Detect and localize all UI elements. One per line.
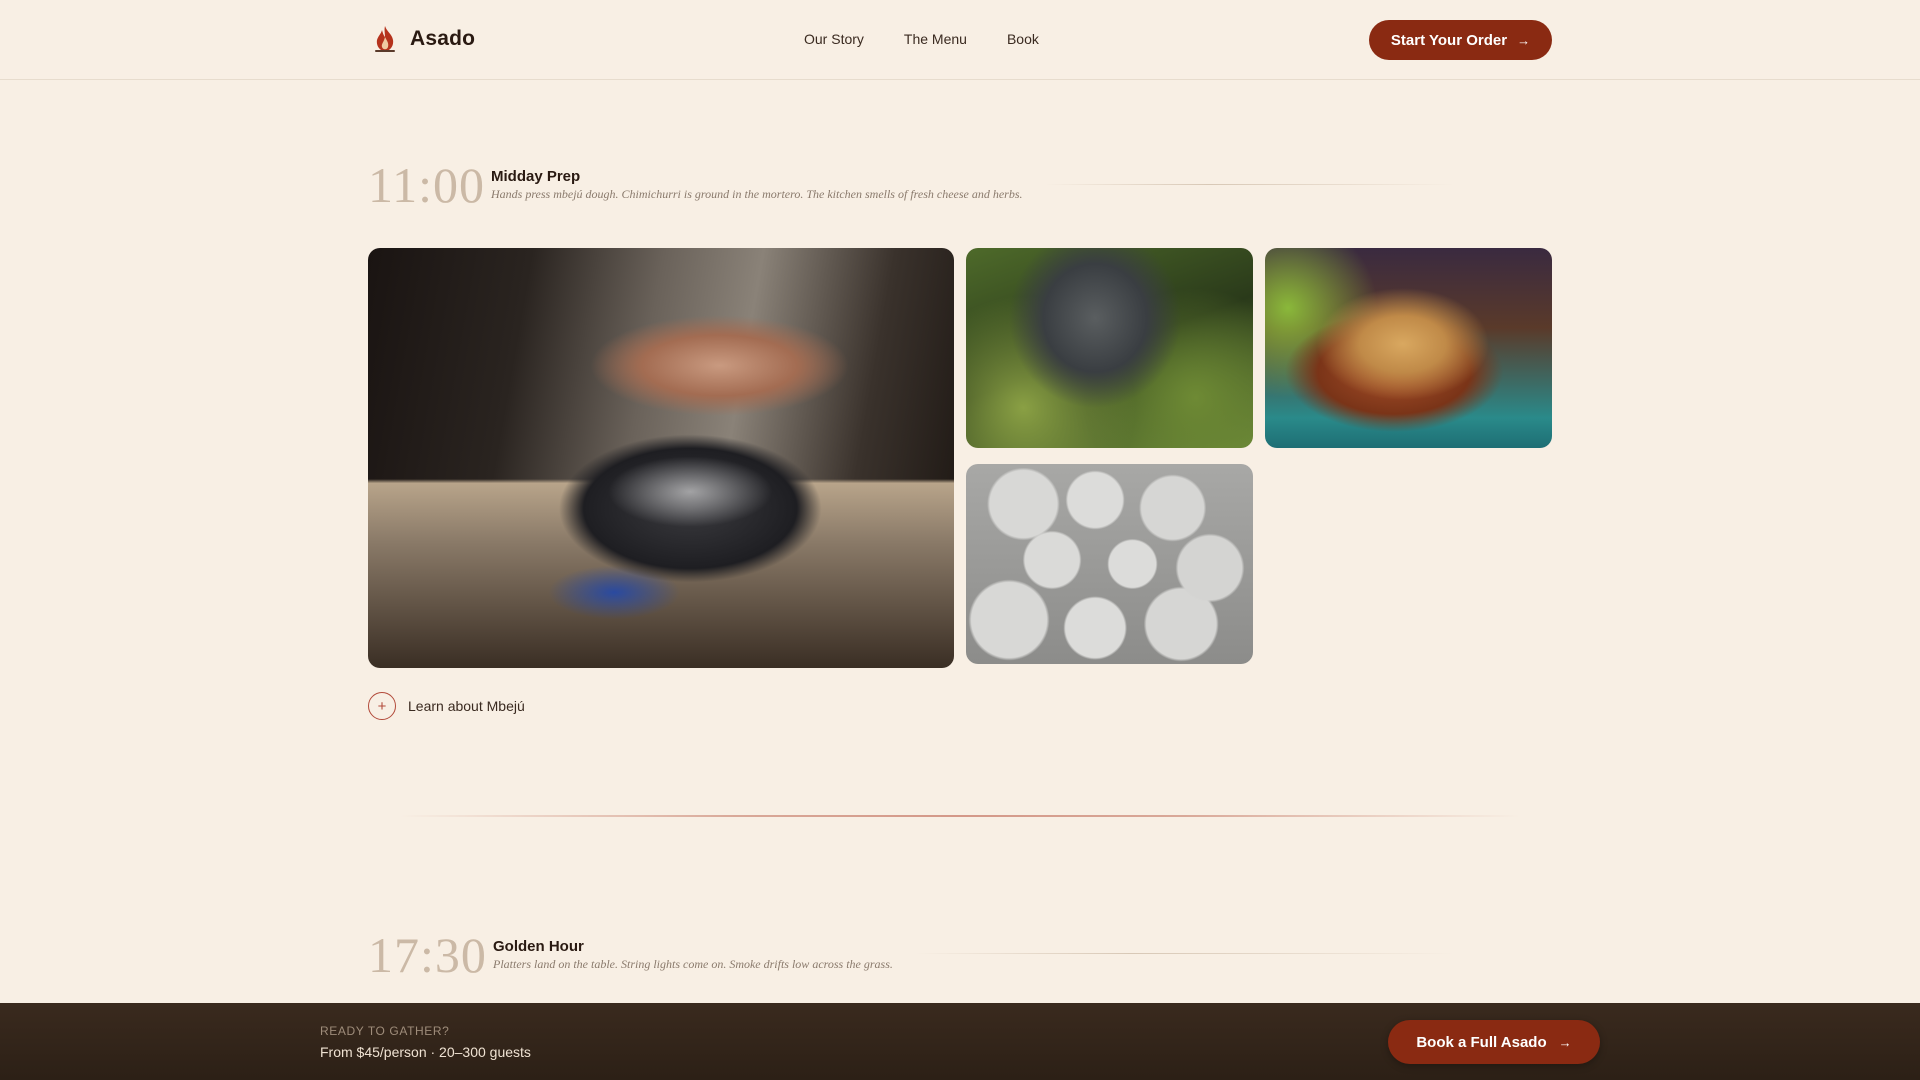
learn-more-link[interactable]: + Learn about Mbejú (368, 692, 525, 720)
section-time: 17:30 (368, 927, 487, 983)
plus-circle-icon: + (368, 692, 396, 720)
mortar-herbs-photo (966, 248, 1253, 448)
main-nav: Our Story The Menu Book (804, 31, 1039, 47)
booking-price: From $45/person · 20–300 guests (320, 1044, 531, 1060)
section-description: Platters land on the table. String light… (493, 957, 893, 971)
start-order-button[interactable]: Start Your Order → (1369, 20, 1552, 60)
section-rule (915, 953, 1455, 954)
site-header: Asado Our Story The Menu Book Start Your… (0, 0, 1920, 80)
learn-more-label: Learn about Mbejú (408, 698, 525, 714)
booking-kicker: READY TO GATHER? (320, 1024, 450, 1038)
start-order-label: Start Your Order (1390, 31, 1508, 49)
hands-pressing-dough-photo (368, 248, 954, 668)
arrow-right-icon: → (1517, 32, 1531, 48)
nav-book[interactable]: Book (1007, 31, 1039, 47)
dough-balls-photo (966, 464, 1253, 664)
arrow-right-icon: → (1558, 1034, 1572, 1050)
book-full-asado-label: Book a Full Asado (1416, 1033, 1547, 1051)
flame-logo-icon (375, 26, 395, 52)
nav-the-menu[interactable]: The Menu (904, 31, 967, 47)
section-rule (1045, 184, 1455, 185)
section-divider (400, 815, 1520, 817)
chips-bowl-photo (1265, 248, 1552, 448)
brand-name: Asado (410, 27, 476, 50)
section-time: 11:00 (368, 157, 486, 213)
book-full-asado-button[interactable]: Book a Full Asado → (1388, 1020, 1600, 1064)
section-title: Midday Prep (491, 168, 581, 185)
section-title: Golden Hour (493, 938, 584, 955)
booking-bar: READY TO GATHER? From $45/person · 20–30… (0, 1003, 1920, 1080)
nav-our-story[interactable]: Our Story (804, 31, 864, 47)
logo[interactable]: Asado (372, 24, 475, 54)
section-description: Hands press mbejú dough. Chimichurri is … (491, 187, 1023, 201)
